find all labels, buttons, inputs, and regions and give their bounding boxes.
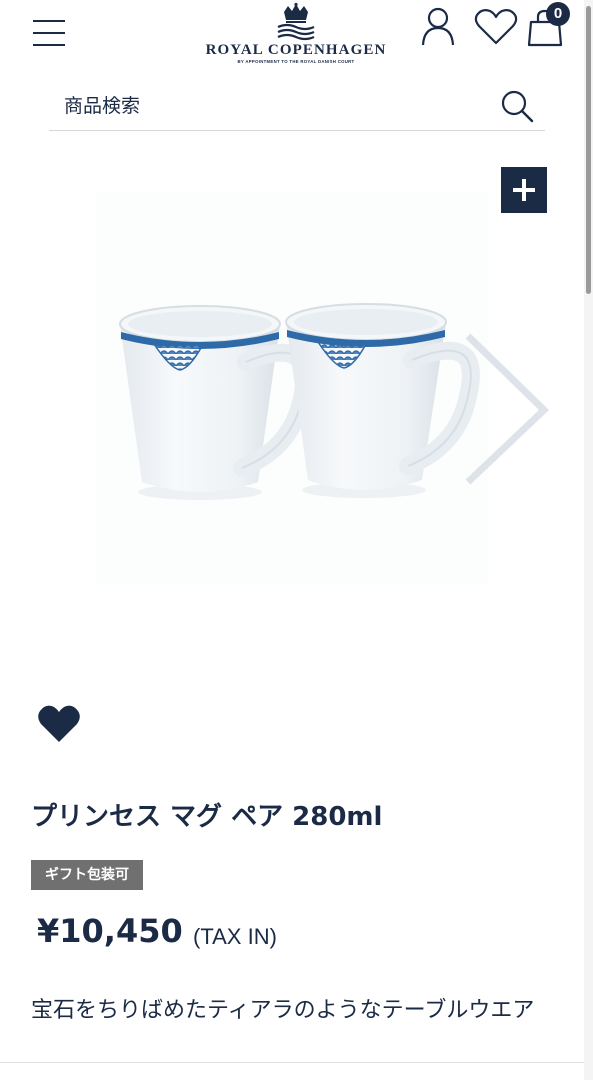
product-image[interactable] [96, 192, 488, 584]
account-icon[interactable] [421, 6, 455, 46]
gift-wrap-badge: ギフト包装可 [31, 860, 143, 890]
scrollbar[interactable] [584, 0, 593, 1080]
brand-tagline: BY APPOINTMENT TO THE ROYAL DANISH COURT [237, 59, 355, 64]
tax-label: (TAX IN) [193, 924, 277, 949]
product-price: ¥10,450 [37, 912, 183, 950]
product-gallery [0, 150, 584, 680]
brand-name: ROYAL COPENHAGEN [205, 42, 387, 58]
crown-logo-icon [277, 2, 315, 41]
cart-count-badge: 0 [546, 2, 570, 26]
search-input[interactable] [64, 88, 484, 124]
heart-icon[interactable] [474, 8, 518, 46]
product-description: 宝石をちりばめたティアラのようなテーブルウエア [31, 998, 535, 1023]
site-header: ROYAL COPENHAGEN BY APPOINTMENT TO THE R… [0, 0, 584, 78]
scrollbar-thumb[interactable] [586, 6, 591, 294]
chevron-right-icon[interactable] [460, 332, 552, 486]
zoom-button[interactable] [501, 167, 547, 213]
bottom-bar [0, 1062, 584, 1080]
favorite-heart-icon[interactable] [37, 704, 81, 744]
menu-icon[interactable] [33, 18, 65, 48]
brand-logo[interactable]: ROYAL COPENHAGEN BY APPOINTMENT TO THE R… [190, 2, 402, 68]
mug-pair-image [119, 303, 480, 500]
search-bar [49, 80, 545, 131]
plus-icon [513, 179, 535, 201]
product-title: プリンセス マグ ペア 280ml [31, 802, 383, 832]
search-icon[interactable] [500, 89, 534, 123]
